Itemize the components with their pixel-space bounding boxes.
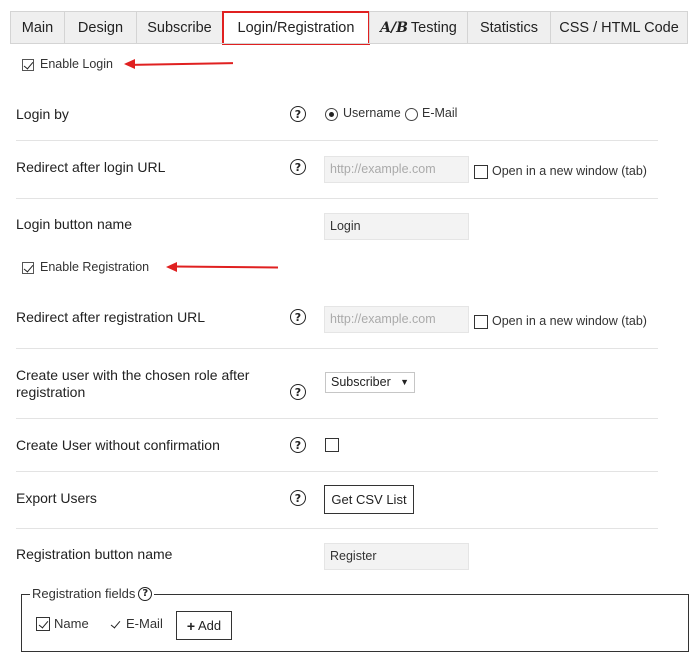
registration-fields-legend-text: Registration fields	[32, 586, 136, 601]
dropdown-arrow-icon: ▼	[400, 377, 409, 387]
tab-bar: Main Design Subscribe Login/Registration…	[10, 11, 688, 45]
checkmark-icon	[23, 58, 33, 70]
registration-button-name-label: Registration button name	[16, 546, 173, 562]
divider	[16, 418, 658, 419]
add-field-button[interactable]: + Add	[176, 611, 232, 640]
login-button-name-input[interactable]: Login	[324, 213, 469, 240]
export-users-label: Export Users	[16, 490, 97, 506]
create-user-role-label-line2: registration	[16, 384, 86, 400]
registration-redirect-label: Redirect after registration URL	[16, 309, 206, 325]
enable-registration-label: Enable Registration	[40, 260, 150, 274]
login-by-label: Login by	[16, 106, 69, 122]
tab-statistics[interactable]: Statistics	[467, 11, 551, 43]
registration-open-new-window-checkbox[interactable]	[474, 315, 488, 329]
tab-ab-testing[interactable]: A/B Testing	[369, 11, 468, 43]
registration-open-new-window-label: Open in a new window (tab)	[492, 314, 647, 328]
help-icon[interactable]: ?	[290, 106, 306, 122]
field-name-label: Name	[54, 616, 89, 631]
login-open-new-window-label: Open in a new window (tab)	[492, 164, 647, 178]
plus-icon: +	[186, 617, 196, 634]
tab-label: CSS / HTML Code	[559, 19, 679, 36]
tab-main[interactable]: Main	[10, 11, 65, 43]
login-by-email-label: E-Mail	[422, 106, 458, 120]
tab-login-registration[interactable]: Login/Registration	[222, 11, 370, 45]
create-user-role-label-line1: Create user with the chosen role after	[16, 367, 250, 383]
help-icon[interactable]: ?	[138, 586, 153, 601]
registration-fields-legend: Registration fields ?	[30, 586, 155, 601]
help-icon[interactable]: ?	[290, 384, 306, 400]
help-icon[interactable]: ?	[290, 437, 306, 453]
field-email-label: E-Mail	[126, 616, 163, 631]
divider	[16, 528, 658, 529]
add-field-button-label: Add	[198, 618, 222, 633]
divider	[16, 348, 658, 349]
login-redirect-url-input[interactable]: http://example.com	[324, 156, 469, 183]
tab-design[interactable]: Design	[64, 11, 137, 43]
tab-css-html-code[interactable]: CSS / HTML Code	[550, 11, 688, 43]
checkmark-icon	[23, 261, 33, 273]
field-name-checkbox[interactable]	[36, 617, 50, 631]
registration-redirect-url-input[interactable]: http://example.com	[324, 306, 469, 333]
checkmark-icon	[38, 617, 48, 629]
tab-label: Testing	[410, 19, 457, 36]
login-redirect-label: Redirect after login URL	[16, 159, 166, 175]
help-icon[interactable]: ?	[290, 490, 306, 506]
checkmark-icon	[110, 617, 120, 629]
registration-button-name-input[interactable]: Register	[324, 543, 469, 570]
login-by-username-radio[interactable]	[325, 108, 338, 121]
login-open-new-window-checkbox[interactable]	[474, 165, 488, 179]
ab-logo: A/B	[380, 19, 408, 36]
user-role-select-value: Subscriber	[331, 375, 391, 389]
divider	[16, 471, 658, 472]
help-icon[interactable]: ?	[290, 159, 306, 175]
enable-registration-checkbox[interactable]	[22, 261, 34, 274]
tab-label: Main	[21, 19, 54, 36]
tab-label: Design	[77, 19, 124, 36]
tab-subscribe[interactable]: Subscribe	[136, 11, 223, 43]
divider	[16, 140, 658, 141]
create-user-role-label: Create user with the chosen role after r…	[16, 367, 249, 401]
user-role-select[interactable]: Subscriber ▼	[325, 372, 415, 393]
tab-bar-divider	[10, 43, 688, 44]
enable-login-checkbox[interactable]	[22, 58, 34, 71]
login-by-username-label: Username	[343, 106, 401, 120]
login-button-name-label: Login button name	[16, 216, 132, 232]
enable-login-label: Enable Login	[40, 57, 113, 71]
tab-label: Subscribe	[147, 19, 212, 36]
field-email-checkbox[interactable]	[108, 617, 122, 631]
divider	[16, 198, 658, 199]
no-confirmation-label: Create User without confirmation	[16, 437, 220, 453]
no-confirmation-checkbox[interactable]	[325, 438, 339, 452]
tab-label: Login/Registration	[237, 20, 355, 36]
tab-label: Statistics	[479, 19, 538, 36]
help-icon[interactable]: ?	[290, 309, 306, 325]
get-csv-list-button[interactable]: Get CSV List	[324, 485, 414, 514]
login-by-email-radio[interactable]	[405, 108, 418, 121]
